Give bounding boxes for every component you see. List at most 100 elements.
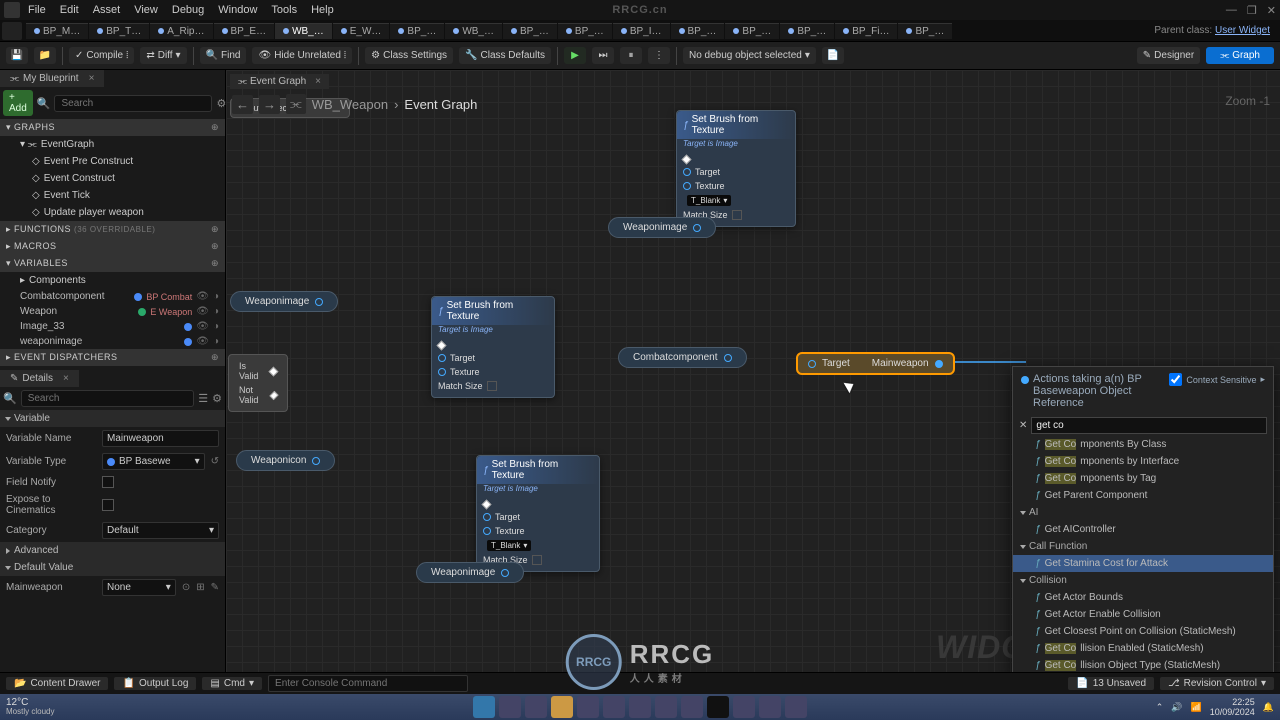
nav-fwd-icon[interactable]: → [259, 95, 280, 114]
add-button[interactable]: + Add [3, 90, 33, 116]
crumb-graph[interactable]: Event Graph [404, 97, 477, 112]
revision-control-button[interactable]: ⎇ Revision Control ▾ [1160, 677, 1274, 690]
file-tab[interactable]: BP_… [725, 23, 779, 39]
file-tab[interactable]: BP_… [898, 23, 952, 39]
weaponimage-getter-2[interactable]: Weaponimage [230, 291, 338, 312]
file-tab[interactable]: BP_… [390, 23, 444, 39]
clear-search-icon[interactable]: ✕ [1019, 420, 1027, 431]
play-icon[interactable]: ▶ [564, 47, 586, 64]
chrome-icon[interactable] [681, 696, 703, 718]
parent-class-link[interactable]: User Widget [1215, 25, 1270, 36]
file-tab[interactable]: WB_… [275, 23, 332, 39]
context-category[interactable]: AI [1013, 504, 1273, 521]
close-tab-icon[interactable]: × [89, 73, 95, 84]
variable-type-dropdown[interactable]: BP Basewe▾ [102, 453, 205, 470]
variable-row[interactable]: weaponimage👁◑ [0, 334, 225, 349]
edit-icon[interactable]: ✎ [211, 582, 219, 593]
graphs-section[interactable]: ▾ GRAPHS⊕ [0, 119, 225, 136]
menu-edit[interactable]: Edit [60, 4, 79, 16]
app-icon[interactable] [577, 696, 599, 718]
app-icon[interactable] [759, 696, 781, 718]
menu-asset[interactable]: Asset [93, 4, 121, 16]
crumb-class[interactable]: WB_Weapon [312, 97, 388, 112]
maximize-icon[interactable]: ❐ [1247, 4, 1257, 17]
context-menu-item[interactable]: ƒ Get Collision Enabled (StaticMesh) [1013, 640, 1273, 657]
menu-window[interactable]: Window [218, 4, 257, 16]
context-menu-item[interactable]: ƒ Get Stamina Cost for Attack [1013, 555, 1273, 572]
weather-widget[interactable]: 12°C Mostly cloudy [6, 698, 54, 716]
output-log-button[interactable]: 📋 Output Log [114, 677, 196, 690]
content-drawer-button[interactable]: 📂 Content Drawer [6, 677, 108, 690]
start-icon[interactable] [473, 696, 495, 718]
details-tab[interactable]: ✎ Details× [0, 370, 79, 387]
unsaved-indicator[interactable]: 📄 13 Unsaved [1068, 677, 1154, 690]
close-icon[interactable]: ✕ [1267, 4, 1276, 17]
file-tab[interactable]: BP_… [780, 23, 834, 39]
context-sensitive-checkbox[interactable] [1169, 373, 1182, 386]
app-icon[interactable] [629, 696, 651, 718]
file-tab[interactable]: BP_… [671, 23, 725, 39]
default-value-group[interactable]: Default Value [0, 559, 225, 576]
context-menu-item[interactable]: ƒ Get Collision Object Type (StaticMesh) [1013, 657, 1273, 672]
save-icon[interactable]: 💾 [6, 47, 28, 64]
find-button[interactable]: 🔍 Find [200, 47, 247, 64]
app-icon[interactable] [785, 696, 807, 718]
details-search[interactable] [21, 390, 195, 407]
search-taskbar-icon[interactable] [499, 696, 521, 718]
context-menu-item[interactable]: ƒ Get Closest Point on Collision (Static… [1013, 623, 1273, 640]
context-menu-item[interactable]: ƒ Get Parent Component [1013, 487, 1273, 504]
my-blueprint-search[interactable] [54, 95, 212, 112]
app-icon[interactable] [655, 696, 677, 718]
functions-section[interactable]: ▸ FUNCTIONS (36 OVERRIDABLE)⊕ [0, 221, 225, 238]
context-menu-item[interactable]: ƒ Get Actor Bounds [1013, 589, 1273, 606]
context-category[interactable]: Call Function [1013, 538, 1273, 555]
ue-logo-icon[interactable] [2, 22, 22, 40]
combatcomponent-getter[interactable]: Combatcomponent [618, 347, 747, 368]
mainweapon-getter-selected[interactable]: Target Mainweapon [796, 352, 955, 375]
debug-find-icon[interactable]: 📄 [822, 47, 844, 64]
compile-button[interactable]: ✓ Compile ⦙ [69, 47, 134, 64]
step-icon[interactable]: ⏭ [592, 47, 614, 64]
file-tab[interactable]: BP_M… [26, 23, 88, 39]
field-notify-checkbox[interactable] [102, 476, 114, 488]
details-gear-icon[interactable]: ⚙ [212, 392, 222, 405]
eventgraph-item[interactable]: ▾ ⫘ EventGraph [0, 136, 225, 153]
designer-mode-button[interactable]: ✎ Designer [1137, 47, 1200, 64]
context-search-input[interactable] [1031, 417, 1267, 434]
variable-row[interactable]: CombatcomponentBP Combat👁◑ [0, 289, 225, 304]
menu-debug[interactable]: Debug [172, 4, 204, 16]
debug-object-dropdown[interactable]: No debug object selected ▾ [683, 47, 816, 64]
variables-section[interactable]: ▾ VARIABLES⊕ [0, 255, 225, 272]
category-dropdown[interactable]: Default▾ [102, 522, 219, 539]
settings-gear-icon[interactable]: ⚙ [216, 97, 226, 110]
variable-name-input[interactable] [102, 430, 219, 447]
file-tab[interactable]: WB_… [445, 23, 502, 39]
taskview-icon[interactable] [525, 696, 547, 718]
menu-help[interactable]: Help [311, 4, 334, 16]
context-menu-item[interactable]: ƒ Get Components By Class [1013, 436, 1273, 453]
file-tab[interactable]: A_Rip… [150, 23, 212, 39]
event-item[interactable]: ◇ Update player weapon [0, 204, 225, 221]
menu-view[interactable]: View [134, 4, 158, 16]
context-category[interactable]: Collision [1013, 572, 1273, 589]
file-tab[interactable]: BP_I… [613, 23, 670, 39]
menu-file[interactable]: File [28, 4, 46, 16]
file-tab[interactable]: BP_Fi… [835, 23, 897, 39]
nav-back-icon[interactable]: ← [232, 95, 253, 114]
app-icon[interactable] [733, 696, 755, 718]
event-item[interactable]: ◇ Event Tick [0, 187, 225, 204]
diff-button[interactable]: ⇄ Diff ▾ [140, 47, 186, 64]
unreal-icon[interactable] [707, 696, 729, 718]
context-menu-item[interactable]: ƒ Get Components by Tag [1013, 470, 1273, 487]
variable-group[interactable]: Variable [0, 410, 225, 427]
app-icon[interactable] [603, 696, 625, 718]
file-tab[interactable]: BP_… [558, 23, 612, 39]
class-settings-button[interactable]: ⚙ Class Settings [365, 47, 453, 64]
nav-home-icon[interactable]: ⫘ [286, 94, 306, 114]
set-brush-node-3[interactable]: ƒSet Brush from Texture Target is Image … [476, 455, 600, 572]
graph-mode-button[interactable]: ⫘ Graph [1206, 47, 1274, 64]
my-blueprint-tab[interactable]: ⫘ My Blueprint× [0, 70, 104, 87]
pick-icon[interactable]: ⊙ [182, 582, 190, 593]
event-dispatchers-section[interactable]: ▸ EVENT DISPATCHERS⊕ [0, 349, 225, 366]
class-defaults-button[interactable]: 🔧 Class Defaults [459, 47, 551, 64]
